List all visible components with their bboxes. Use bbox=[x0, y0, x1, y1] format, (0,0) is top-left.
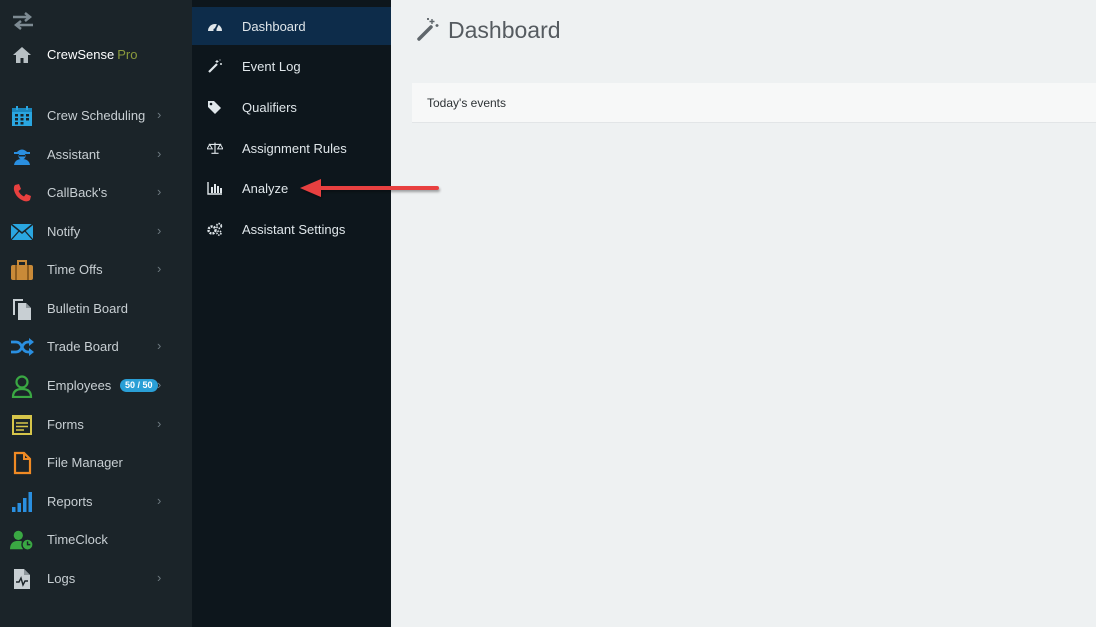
submenu-item-label: Assistant Settings bbox=[242, 222, 346, 237]
main-content: Dashboard Today's events bbox=[391, 0, 1096, 627]
magic-wand-icon bbox=[417, 18, 439, 41]
chevron-right-icon: › bbox=[157, 416, 162, 431]
chevron-right-icon: › bbox=[157, 261, 162, 276]
sidebar-item-time-offs[interactable]: Time Offs › bbox=[0, 252, 192, 288]
sidebar-item-bulletin-board[interactable]: Bulletin Board bbox=[0, 291, 192, 327]
sidebar-item-label: Crew Scheduling bbox=[47, 108, 146, 123]
submenu-item-assistant-settings[interactable]: Assistant Settings bbox=[192, 210, 391, 248]
balance-scale-icon bbox=[207, 141, 223, 155]
home-icon bbox=[13, 47, 31, 63]
sidebar-item-notify[interactable]: Notify › bbox=[0, 214, 192, 250]
submenu-item-label: Dashboard bbox=[242, 19, 306, 34]
page-header: Dashboard bbox=[391, 0, 1096, 62]
brand-name: CrewSense Pro bbox=[47, 47, 138, 62]
user-icon bbox=[10, 374, 34, 398]
gears-icon bbox=[207, 222, 223, 236]
sidebar-item-employees[interactable]: Employees 50 / 50 › bbox=[0, 368, 192, 404]
submenu-item-assignment-rules[interactable]: Assignment Rules bbox=[192, 129, 391, 167]
sidebar-item-label: Reports bbox=[47, 494, 93, 509]
sidebar-item-timeclock[interactable]: TimeClock bbox=[0, 522, 192, 558]
assistant-submenu: Dashboard Event Log Qualifiers Assignmen… bbox=[192, 0, 391, 627]
sidebar-item-label: Forms bbox=[47, 417, 84, 432]
brand-link[interactable]: CrewSense Pro bbox=[0, 40, 192, 70]
sidebar-item-label: Assistant bbox=[47, 147, 100, 162]
submenu-item-label: Assignment Rules bbox=[242, 141, 347, 156]
sidebar-item-forms[interactable]: Forms › bbox=[0, 407, 192, 443]
panel-title: Today's events bbox=[427, 96, 507, 110]
employees-count-badge: 50 / 50 bbox=[120, 379, 158, 392]
chevron-right-icon: › bbox=[157, 493, 162, 508]
user-clock-icon bbox=[10, 528, 34, 552]
brand-tier: Pro bbox=[117, 47, 138, 62]
submenu-item-label: Qualifiers bbox=[242, 100, 297, 115]
log-file-icon bbox=[10, 567, 34, 591]
sidebar-item-label: TimeClock bbox=[47, 532, 108, 547]
sidebar-item-label: CallBack's bbox=[47, 185, 108, 200]
sidebar-item-crew-scheduling[interactable]: Crew Scheduling › bbox=[0, 98, 192, 134]
sidebar-item-logs[interactable]: Logs › bbox=[0, 561, 192, 597]
sidebar-item-label: Trade Board bbox=[47, 339, 119, 354]
file-icon bbox=[10, 451, 34, 475]
chevron-right-icon: › bbox=[157, 184, 162, 199]
submenu-item-qualifiers[interactable]: Qualifiers bbox=[192, 88, 391, 126]
sidebar-item-callbacks[interactable]: CallBack's › bbox=[0, 175, 192, 211]
sidebar-item-label: Time Offs bbox=[47, 262, 103, 277]
page-title: Dashboard bbox=[448, 17, 561, 43]
tags-icon bbox=[207, 100, 223, 114]
chevron-right-icon: › bbox=[157, 570, 162, 585]
chevron-right-icon: › bbox=[157, 107, 162, 122]
sidebar-item-label: Bulletin Board bbox=[47, 301, 128, 316]
bar-chart-icon bbox=[207, 181, 223, 195]
sidebar-item-file-manager[interactable]: File Manager bbox=[0, 445, 192, 481]
chevron-right-icon: › bbox=[157, 338, 162, 353]
sidebar-item-label: Logs bbox=[47, 571, 76, 586]
copy-icon bbox=[10, 297, 34, 321]
main-sidebar: CrewSense Pro Crew Scheduling › Assistant… bbox=[0, 0, 192, 627]
sidebar-item-label: Employees bbox=[47, 378, 112, 393]
phone-icon bbox=[10, 181, 34, 205]
calendar-icon bbox=[10, 104, 34, 128]
sidebar-item-trade-board[interactable]: Trade Board › bbox=[0, 329, 192, 365]
submenu-item-label: Analyze bbox=[242, 181, 289, 196]
sidebar-item-reports[interactable]: Reports › bbox=[0, 484, 192, 520]
sidebar-toggle-icon[interactable] bbox=[11, 11, 35, 31]
annotation-arrow bbox=[300, 179, 439, 197]
envelope-icon bbox=[10, 220, 34, 244]
form-icon bbox=[10, 413, 34, 437]
shuffle-icon bbox=[10, 335, 34, 359]
submenu-item-label: Event Log bbox=[242, 59, 301, 74]
assistant-icon bbox=[10, 143, 34, 167]
tachometer-icon bbox=[207, 19, 223, 33]
chevron-right-icon: › bbox=[157, 377, 162, 392]
submenu-item-dashboard[interactable]: Dashboard bbox=[192, 7, 391, 45]
chevron-right-icon: › bbox=[157, 223, 162, 238]
sidebar-item-label: Notify bbox=[47, 224, 81, 239]
magic-wand-icon bbox=[207, 59, 223, 73]
sidebar-item-label: File Manager bbox=[47, 455, 123, 470]
todays-events-panel: Today's events bbox=[412, 83, 1096, 123]
suitcase-icon bbox=[10, 258, 34, 282]
sidebar-item-assistant[interactable]: Assistant › bbox=[0, 137, 192, 173]
submenu-item-event-log[interactable]: Event Log bbox=[192, 47, 391, 85]
chevron-right-icon: › bbox=[157, 146, 162, 161]
signal-icon bbox=[10, 490, 34, 514]
